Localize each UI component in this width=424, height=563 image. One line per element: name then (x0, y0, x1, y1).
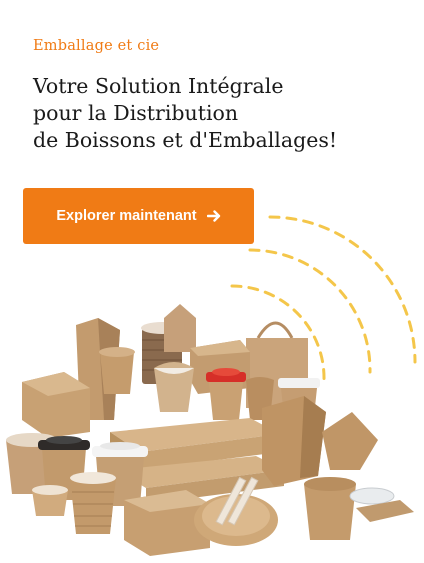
headline-line-1: Votre Solution Intégrale (33, 74, 284, 98)
headline-line-3: de Boissons et d'Emballages! (33, 128, 338, 152)
hero-headline: Votre Solution Intégrale pour la Distrib… (33, 73, 413, 154)
brand-name: Emballage et cie (33, 38, 160, 54)
headline-line-2: pour la Distribution (33, 101, 239, 125)
packaging-products-image (6, 215, 417, 556)
